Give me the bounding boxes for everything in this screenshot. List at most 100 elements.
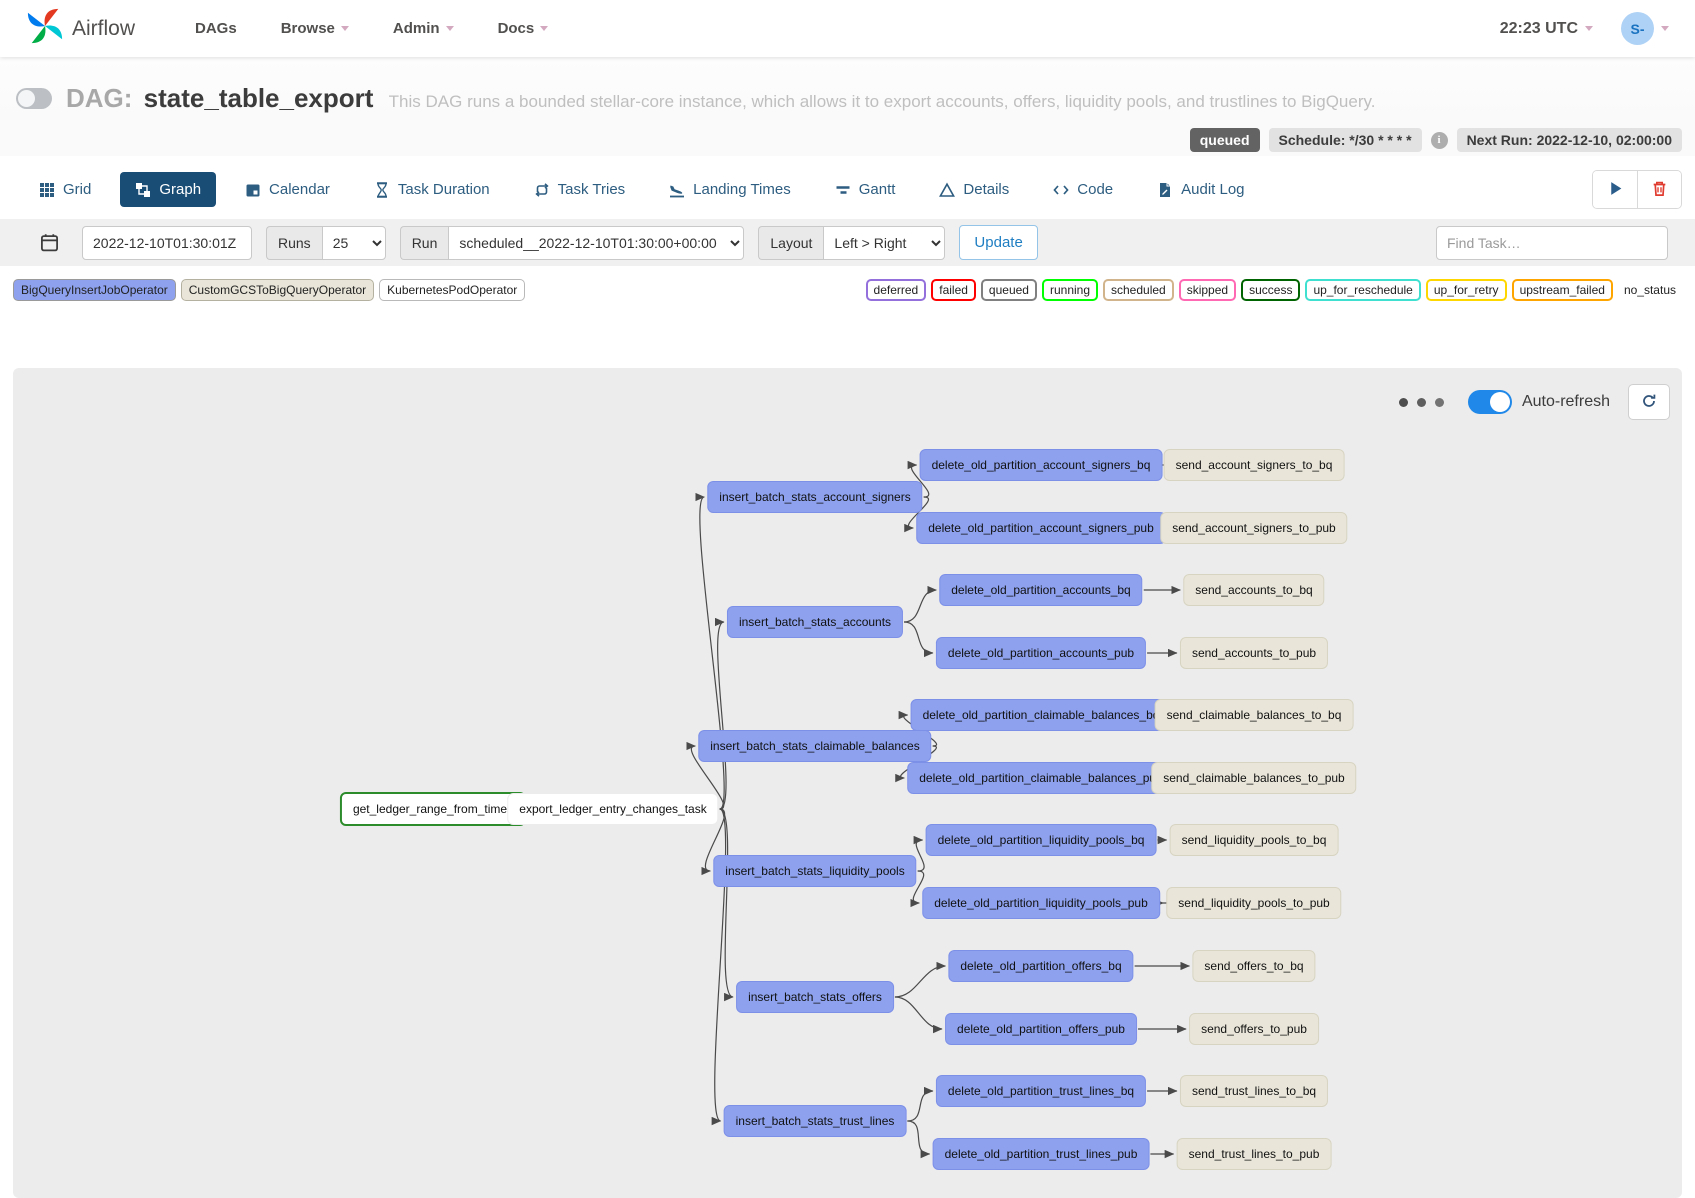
task-node-delete_old_partition_trust_lines_bq[interactable]: delete_old_partition_trust_lines_bq (936, 1075, 1146, 1107)
run-select[interactable]: scheduled__2022-12-10T01:30:00+00:00 (448, 226, 744, 260)
task-node-insert_batch_stats_trust_lines[interactable]: insert_batch_stats_trust_lines (724, 1105, 907, 1137)
nav-item-admin[interactable]: Admin (393, 20, 454, 37)
task-state-legend: deferredfailedqueuedrunningscheduledskip… (866, 279, 1682, 301)
auto-refresh-label: Auto-refresh (1522, 393, 1610, 411)
state-legend-badge-scheduled[interactable]: scheduled (1103, 279, 1174, 301)
nav-item-label: Docs (498, 20, 535, 37)
tab-task-tries[interactable]: Task Tries (519, 172, 641, 207)
trigger-dag-button[interactable] (1593, 171, 1637, 208)
dag-prefix: DAG: (66, 83, 132, 113)
nav-item-dags[interactable]: DAGs (195, 20, 237, 37)
tab-details[interactable]: Details (924, 172, 1024, 207)
task-node-send_offers_to_pub[interactable]: send_offers_to_pub (1189, 1013, 1319, 1045)
task-node-delete_old_partition_offers_pub[interactable]: delete_old_partition_offers_pub (945, 1013, 1137, 1045)
state-legend-badge-no_status[interactable]: no_status (1618, 281, 1682, 299)
tab-code[interactable]: Code (1038, 172, 1128, 207)
tab-grid[interactable]: Grid (24, 172, 106, 207)
task-node-send_claimable_balances_to_bq[interactable]: send_claimable_balances_to_bq (1155, 699, 1354, 731)
task-node-send_account_signers_to_bq[interactable]: send_account_signers_to_bq (1164, 449, 1345, 481)
task-node-delete_old_partition_claimable_balances_pub[interactable]: delete_old_partition_claimable_balances_… (907, 762, 1175, 794)
legend-row: BigQueryInsertJobOperatorCustomGCSToBigQ… (0, 266, 1695, 301)
base-date-input[interactable] (82, 226, 252, 260)
task-node-send_liquidity_pools_to_bq[interactable]: send_liquidity_pools_to_bq (1170, 824, 1339, 856)
task-node-send_offers_to_bq[interactable]: send_offers_to_bq (1192, 950, 1315, 982)
tab-audit-log[interactable]: Audit Log (1142, 172, 1259, 207)
state-legend-badge-up_for_retry[interactable]: up_for_retry (1426, 279, 1507, 301)
update-button[interactable]: Update (959, 225, 1037, 260)
task-node-send_account_signers_to_pub[interactable]: send_account_signers_to_pub (1160, 512, 1347, 544)
task-node-delete_old_partition_claimable_balances_bq[interactable]: delete_old_partition_claimable_balances_… (911, 699, 1172, 731)
state-legend-badge-success[interactable]: success (1241, 279, 1300, 301)
refresh-button[interactable] (1628, 384, 1670, 420)
state-legend-badge-upstream_failed[interactable]: upstream_failed (1512, 279, 1613, 301)
airflow-brand[interactable]: Airflow (26, 7, 135, 50)
graph-icon (135, 182, 151, 198)
state-legend-badge-up_for_reschedule[interactable]: up_for_reschedule (1305, 279, 1420, 301)
tab-calendar[interactable]: Calendar (230, 172, 345, 207)
state-legend-badge-skipped[interactable]: skipped (1179, 279, 1236, 301)
page-title: DAG: state_table_export This DAG runs a … (66, 83, 1375, 114)
code-icon (1053, 182, 1069, 198)
task-node-send_accounts_to_bq[interactable]: send_accounts_to_bq (1183, 574, 1324, 606)
task-node-export_ledger_entry_changes_task[interactable]: export_ledger_entry_changes_task (507, 793, 718, 825)
dot (1435, 398, 1444, 407)
dag-pause-toggle[interactable] (16, 88, 52, 109)
main-menu: DAGs Browse Admin Docs (195, 20, 548, 37)
tab-landing-times[interactable]: Landing Times (654, 172, 806, 207)
airflow-logo-icon (26, 7, 64, 50)
toggle-knob (1490, 392, 1510, 412)
task-node-insert_batch_stats_offers[interactable]: insert_batch_stats_offers (736, 981, 894, 1013)
tab-label: Task Duration (398, 181, 490, 198)
task-node-insert_batch_stats_account_signers[interactable]: insert_batch_stats_account_signers (707, 481, 922, 513)
task-node-insert_batch_stats_claimable_balances[interactable]: insert_batch_stats_claimable_balances (698, 730, 931, 762)
tab-task-duration[interactable]: Task Duration (359, 172, 505, 207)
task-node-send_trust_lines_to_pub[interactable]: send_trust_lines_to_pub (1177, 1138, 1332, 1170)
avatar: S- (1621, 12, 1654, 45)
task-node-send_accounts_to_pub[interactable]: send_accounts_to_pub (1180, 637, 1328, 669)
task-node-delete_old_partition_offers_bq[interactable]: delete_old_partition_offers_bq (948, 950, 1133, 982)
task-node-send_claimable_balances_to_pub[interactable]: send_claimable_balances_to_pub (1151, 762, 1356, 794)
num-runs-select[interactable]: 25 (322, 226, 386, 260)
state-legend-badge-failed[interactable]: failed (931, 279, 976, 301)
task-node-delete_old_partition_liquidity_pools_bq[interactable]: delete_old_partition_liquidity_pools_bq (926, 824, 1157, 856)
state-legend-badge-queued[interactable]: queued (981, 279, 1037, 301)
nav-item-browse[interactable]: Browse (281, 20, 349, 37)
task-node-insert_batch_stats_liquidity_pools[interactable]: insert_batch_stats_liquidity_pools (713, 855, 916, 887)
nav-item-label: Browse (281, 20, 335, 37)
task-node-delete_old_partition_account_signers_bq[interactable]: delete_old_partition_account_signers_bq (920, 449, 1163, 481)
tab-label: Details (963, 181, 1009, 198)
state-legend-badge-running[interactable]: running (1042, 279, 1098, 301)
tab-bar: Grid Graph Calendar Task Duration Task Tries… (0, 156, 1695, 219)
nav-item-label: Admin (393, 20, 440, 37)
task-node-insert_batch_stats_accounts[interactable]: insert_batch_stats_accounts (727, 606, 903, 638)
tab-gantt[interactable]: Gantt (820, 172, 911, 207)
state-legend-badge-deferred[interactable]: deferred (866, 279, 927, 301)
tab-label: Gantt (859, 181, 896, 198)
nav-item-docs[interactable]: Docs (498, 20, 549, 37)
layout-select[interactable]: Left > Right (823, 226, 945, 260)
task-node-delete_old_partition_trust_lines_pub[interactable]: delete_old_partition_trust_lines_pub (933, 1138, 1150, 1170)
task-node-get_ledger_range_from_times[interactable]: get_ledger_range_from_times (340, 792, 526, 826)
chevron-down-icon (341, 26, 349, 31)
auto-refresh-toggle[interactable] (1468, 390, 1512, 414)
task-node-send_trust_lines_to_bq[interactable]: send_trust_lines_to_bq (1180, 1075, 1328, 1107)
find-task-input[interactable] (1436, 226, 1668, 260)
tab-label: Code (1077, 181, 1113, 198)
delete-dag-button[interactable] (1637, 171, 1681, 208)
chevron-down-icon (1585, 26, 1593, 31)
task-node-delete_old_partition_liquidity_pools_pub[interactable]: delete_old_partition_liquidity_pools_pub (922, 887, 1160, 919)
tab-graph[interactable]: Graph (120, 172, 216, 207)
task-node-delete_old_partition_account_signers_pub[interactable]: delete_old_partition_account_signers_pub (916, 512, 1166, 544)
dag-name: state_table_export (144, 83, 374, 113)
triangle-icon (939, 182, 955, 198)
task-node-delete_old_partition_accounts_bq[interactable]: delete_old_partition_accounts_bq (939, 574, 1142, 606)
dot (1399, 398, 1408, 407)
toggle-knob (18, 90, 35, 107)
brand-name: Airflow (72, 17, 135, 41)
timezone-dropdown[interactable]: 22:23 UTC (1500, 20, 1593, 38)
task-node-send_liquidity_pools_to_pub[interactable]: send_liquidity_pools_to_pub (1166, 887, 1341, 919)
trash-icon (1651, 180, 1668, 200)
user-menu[interactable]: S- (1621, 12, 1669, 45)
task-node-delete_old_partition_accounts_pub[interactable]: delete_old_partition_accounts_pub (936, 637, 1146, 669)
tab-label: Landing Times (693, 181, 791, 198)
